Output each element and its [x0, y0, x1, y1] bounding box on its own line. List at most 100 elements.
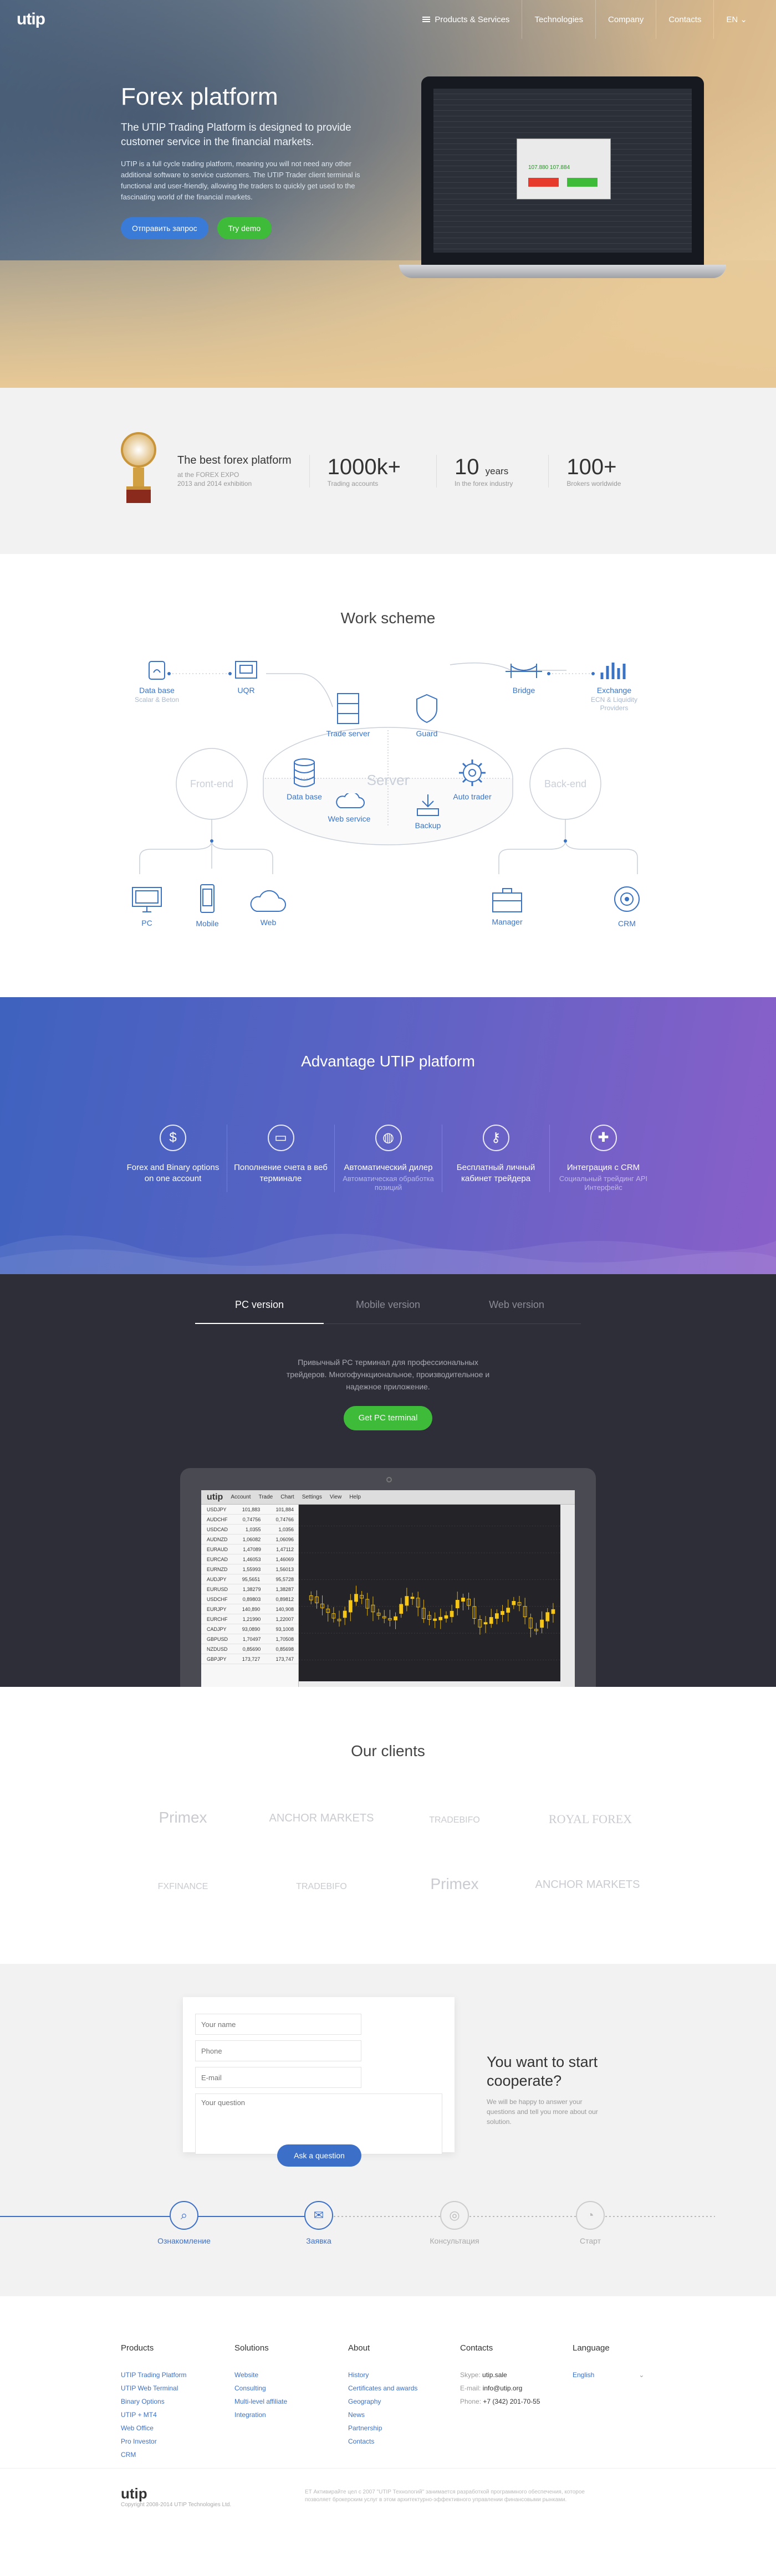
- symbol-name: USDCAD: [207, 1527, 228, 1532]
- candle-body: [494, 1613, 499, 1619]
- symbol-name: CADJPY: [207, 1626, 227, 1632]
- stat-value: 1000k+: [327, 454, 401, 479]
- gear-icon: [459, 760, 486, 786]
- footer-link[interactable]: Integration: [234, 2408, 340, 2421]
- symbol-price: 95,5651: [242, 1577, 261, 1582]
- nav-technologies[interactable]: Technologies: [522, 0, 595, 39]
- footer-heading: Contacts: [460, 2343, 493, 2353]
- symbol-price: 0,85690: [242, 1646, 261, 1652]
- footer-link[interactable]: UTIP Web Terminal: [121, 2382, 226, 2395]
- contact-section: Ask a question You want to start coopera…: [0, 1964, 776, 2296]
- symbol-row[interactable]: EURCHF 1,21990 1,22007: [201, 1614, 298, 1624]
- node-label: Auto trader: [453, 792, 492, 801]
- tab-pc-version[interactable]: PC version: [195, 1299, 324, 1324]
- logo[interactable]: utip: [17, 10, 45, 29]
- symbol-name: AUDNZD: [207, 1537, 228, 1542]
- tab-mobile-version[interactable]: Mobile version: [324, 1299, 452, 1324]
- step-start[interactable]: ◔ Старт: [552, 2201, 629, 2245]
- tab-web-version[interactable]: Web version: [452, 1299, 581, 1324]
- footer-link[interactable]: Web Office: [121, 2421, 226, 2435]
- award-sub2: 2013 and 2014 exhibition: [177, 479, 252, 488]
- ask-question-button[interactable]: Ask a question: [277, 2144, 361, 2167]
- symbol-row[interactable]: USDCHF 0,89803 0,89812: [201, 1594, 298, 1604]
- symbol-row[interactable]: GBPJPY 173,727 173,747: [201, 1654, 298, 1664]
- symbol-row[interactable]: CADJPY 93,0890 93,1008: [201, 1624, 298, 1634]
- symbol-row[interactable]: EURNZD 1,55993 1,56013: [201, 1564, 298, 1574]
- send-request-button[interactable]: Отправить запрос: [121, 217, 208, 239]
- footer-link[interactable]: Certificates and awards: [348, 2382, 453, 2395]
- footer-link[interactable]: Consulting: [234, 2382, 340, 2395]
- language-value: English: [573, 2371, 595, 2379]
- symbol-name: EURUSD: [207, 1587, 228, 1592]
- footer-about: About History Certificates and awards Ge…: [348, 2343, 453, 2448]
- terminal-menu-item: Settings: [302, 1494, 322, 1500]
- version-tabs: PC version Mobile version Web version: [0, 1274, 776, 1324]
- step-application[interactable]: ✉ Заявка: [280, 2201, 358, 2245]
- footer-link[interactable]: History: [348, 2368, 453, 2382]
- camera-icon: [386, 1477, 392, 1482]
- symbol-price: 93,0890: [242, 1626, 261, 1632]
- name-field[interactable]: [195, 2014, 361, 2035]
- footer-link[interactable]: Contacts: [348, 2435, 453, 2448]
- symbol-row[interactable]: AUDCHF 0,74756 0,74766: [201, 1515, 298, 1525]
- client-logo-anchor-markets: ANCHOR MARKETS: [535, 1879, 640, 1891]
- version-description: Привычный PC терминал для профессиональн…: [286, 1358, 490, 1391]
- nav-products-services[interactable]: Products & Services: [410, 0, 522, 39]
- candle-body: [433, 1618, 437, 1621]
- footer-link[interactable]: Pro Investor: [121, 2435, 226, 2448]
- symbol-row[interactable]: NZDUSD 0,85690 0,85698: [201, 1644, 298, 1654]
- phone-field[interactable]: [195, 2040, 361, 2061]
- footer-link[interactable]: UTIP + MT4: [121, 2408, 226, 2421]
- candle-body: [551, 1609, 555, 1614]
- stats-section: The best forex platform at the FOREX EXP…: [0, 388, 776, 554]
- symbol-row[interactable]: AUDNZD 1,06082 1,06096: [201, 1535, 298, 1544]
- chevron-down-icon: ⌄: [740, 15, 747, 24]
- symbol-row[interactable]: EURCAD 1,46053 1,46069: [201, 1554, 298, 1564]
- footer-heading: Solutions: [234, 2343, 269, 2353]
- footer-heading: Products: [121, 2343, 154, 2353]
- cooperate-heading: You want to start cooperate?: [487, 2054, 598, 2089]
- symbol-price: 1,22007: [275, 1617, 294, 1622]
- try-demo-button[interactable]: Try demo: [217, 217, 272, 239]
- symbol-row[interactable]: EURUSD 1,38279 1,38287: [201, 1584, 298, 1594]
- language-selector[interactable]: EN ⌄: [713, 0, 759, 39]
- footer-link[interactable]: CRM: [121, 2448, 226, 2461]
- step-label: Ознакомление: [157, 2236, 211, 2245]
- symbol-row[interactable]: AUDJPY 95,5651 95,5728: [201, 1574, 298, 1584]
- symbol-row[interactable]: EURAUD 1,47089 1,47112: [201, 1544, 298, 1554]
- symbol-row[interactable]: EURJPY 140,890 140,908: [201, 1604, 298, 1614]
- symbol-price: 173,747: [275, 1656, 294, 1662]
- symbol-name: EURNZD: [207, 1567, 228, 1572]
- award-trophy-icon: [116, 432, 161, 510]
- language-select[interactable]: English ⌄: [573, 2368, 678, 2382]
- page-title: Forex platform: [121, 83, 278, 110]
- symbol-row[interactable]: USDJPY 101,883 101,884: [201, 1505, 298, 1515]
- symbol-price: 1,46069: [275, 1557, 294, 1562]
- footer-link[interactable]: Partnership: [348, 2421, 453, 2435]
- email-field[interactable]: [195, 2067, 361, 2088]
- nav-company[interactable]: Company: [595, 0, 656, 39]
- symbol-row[interactable]: USDCAD 1,0355 1,0356: [201, 1525, 298, 1535]
- nav-contacts[interactable]: Contacts: [656, 0, 713, 39]
- get-pc-terminal-button[interactable]: Get PC terminal: [344, 1406, 432, 1430]
- stat-brokers: 100+ Brokers worldwide: [548, 454, 639, 488]
- step-consultation[interactable]: ◎ Консультация: [416, 2201, 493, 2245]
- order-price: 107.880 107.884: [528, 165, 570, 171]
- footer-link[interactable]: News: [348, 2408, 453, 2421]
- candle-body: [450, 1610, 454, 1617]
- footer-link[interactable]: Geography: [348, 2395, 453, 2408]
- footer-link[interactable]: Multi-level affiliate: [234, 2395, 340, 2408]
- footer-link[interactable]: Website: [234, 2368, 340, 2382]
- footer-link[interactable]: UTIP Trading Platform: [121, 2368, 226, 2382]
- candle-body: [405, 1596, 409, 1606]
- client-logo-tradebifo: TRADEBIFO: [296, 1882, 347, 1891]
- candle-body: [410, 1597, 415, 1599]
- step-acquaintance[interactable]: ⌕ Ознакомление: [145, 2201, 223, 2245]
- footer-logo: utip: [121, 2485, 147, 2502]
- footer-heading: About: [348, 2343, 370, 2353]
- footer-link[interactable]: Binary Options: [121, 2395, 226, 2408]
- symbol-row[interactable]: GBPUSD 1,70497 1,70508: [201, 1634, 298, 1644]
- candlestick-chart: [299, 1505, 560, 1682]
- cooperate-block: You want to start cooperate? We will be …: [487, 2052, 606, 2127]
- node-trade-server: Trade server: [318, 692, 379, 738]
